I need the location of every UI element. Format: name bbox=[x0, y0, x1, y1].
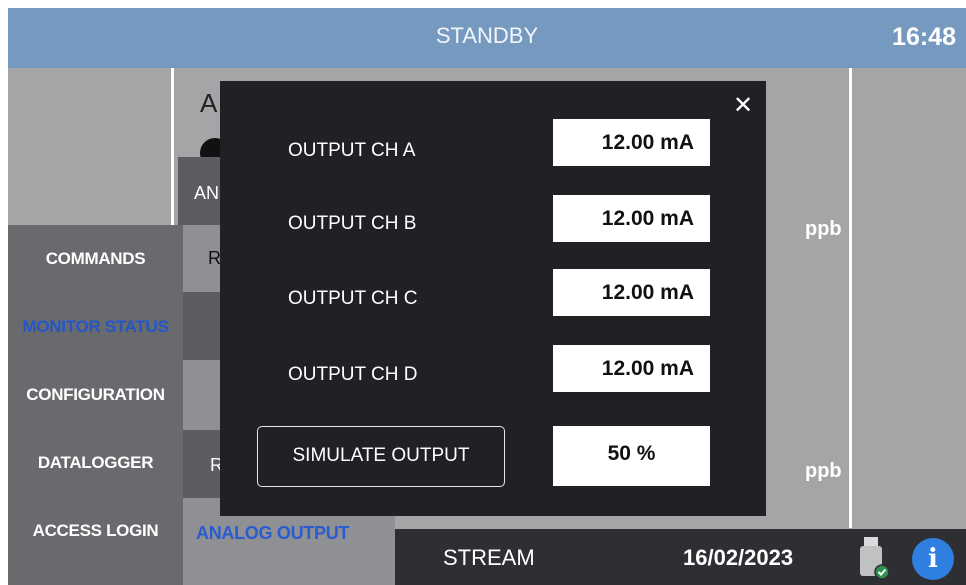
sidebar-item-configuration[interactable]: CONFIGURATION bbox=[8, 361, 183, 429]
sidebar-item-monitor-status[interactable]: MONITOR STATUS bbox=[8, 293, 183, 361]
channel-c-value[interactable]: 12.00 mA bbox=[553, 269, 710, 316]
divider bbox=[171, 68, 174, 228]
date-label: 16/02/2023 bbox=[683, 545, 794, 570]
channel-a-value[interactable]: 12.00 mA bbox=[553, 119, 710, 166]
unit-label: ppb bbox=[805, 460, 842, 482]
info-icon[interactable]: i bbox=[912, 538, 954, 580]
channel-c-label: OUTPUT CH C bbox=[288, 288, 418, 309]
channel-d-label: OUTPUT CH D bbox=[288, 364, 418, 385]
submenu-item-analog-output[interactable]: ANALOG OUTPUT bbox=[196, 518, 386, 548]
sidebar-item-commands[interactable]: COMMANDS bbox=[8, 225, 183, 293]
sidebar-menu: COMMANDS MONITOR STATUS CONFIGURATION DA… bbox=[8, 225, 183, 585]
analog-output-dialog: ✕ OUTPUT CH A 12.00 mA OUTPUT CH B 12.00… bbox=[220, 81, 766, 516]
sidebar-item-access-login[interactable]: ACCESS LOGIN bbox=[8, 497, 183, 565]
analysis-heading: A bbox=[200, 88, 218, 118]
channel-d-value[interactable]: 12.00 mA bbox=[553, 345, 710, 392]
sidebar-item-datalogger[interactable]: DATALOGGER bbox=[8, 429, 183, 497]
clock: 16:48 bbox=[892, 23, 956, 51]
unit-label: ppb bbox=[805, 218, 842, 240]
analog-tile-label: AN bbox=[194, 183, 220, 203]
usb-drive-icon[interactable] bbox=[855, 535, 891, 581]
close-icon[interactable]: ✕ bbox=[728, 91, 758, 121]
channel-b-value[interactable]: 12.00 mA bbox=[553, 195, 710, 242]
mode-label: STREAM bbox=[443, 545, 535, 570]
simulate-value-field[interactable]: 50 % bbox=[553, 426, 710, 486]
divider bbox=[849, 68, 852, 528]
simulate-output-button[interactable]: SIMULATE OUTPUT bbox=[257, 426, 505, 487]
status-title: STANDBY bbox=[435, 23, 539, 48]
channel-b-label: OUTPUT CH B bbox=[288, 213, 417, 234]
channel-a-label: OUTPUT CH A bbox=[288, 140, 416, 161]
status-bar: STANDBY 16:48 bbox=[8, 8, 966, 68]
